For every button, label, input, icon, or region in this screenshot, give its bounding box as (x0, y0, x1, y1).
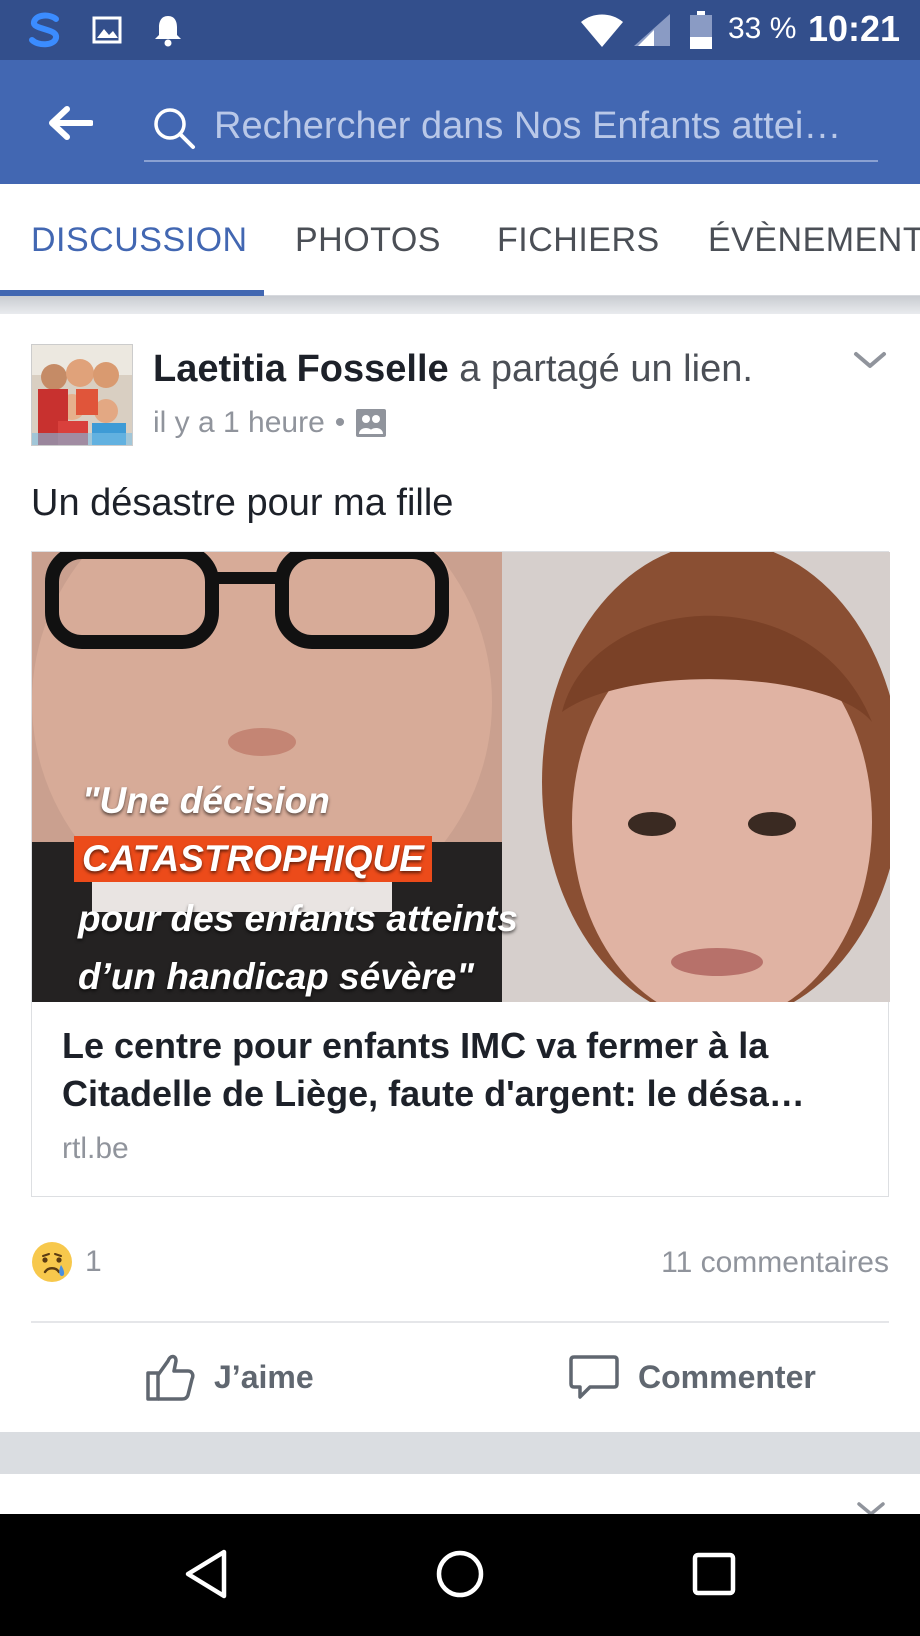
tab-fichiers[interactable]: FICHIERS (497, 184, 660, 295)
search-icon (154, 108, 195, 149)
link-title[interactable]: Le centre pour enfants IMC va fermer à l… (62, 1022, 862, 1118)
post-text: Un désastre pour ma fille (31, 482, 454, 524)
group-tabs: DISCUSSION PHOTOS FICHIERS ÉVÈNEMENTS (0, 184, 920, 296)
status-bar: 33 % 10:21 (0, 0, 920, 60)
reaction-count: 1 (85, 1245, 102, 1278)
post-author[interactable]: Laetitia Fosselle (153, 348, 449, 390)
like-label: J’aime (214, 1358, 314, 1395)
square-recents-icon (692, 1552, 736, 1596)
battery-icon (688, 10, 714, 50)
group-audience-icon (356, 409, 387, 437)
feed-separator (0, 1432, 920, 1474)
back-button[interactable] (42, 98, 98, 148)
link-preview-image: "Une décision CATASTROPHIQUE pour des en… (32, 552, 890, 1002)
post-action-text: a partagé un lien. (448, 348, 753, 390)
overlay-highlight: CATASTROPHIQUE (74, 836, 432, 882)
actions-divider (31, 1321, 889, 1323)
nav-home-button[interactable] (428, 1542, 492, 1606)
back-arrow-icon (49, 106, 93, 140)
post-timestamp[interactable]: il y a 1 heure (153, 406, 325, 440)
tabs-shadow (0, 296, 920, 314)
reactions-summary[interactable]: 1 (31, 1241, 102, 1283)
post-header: Laetitia Fosselle a partagé un lien. (153, 348, 753, 391)
sad-reaction-icon (32, 1242, 72, 1282)
post-options-chevron-icon[interactable] (852, 344, 888, 374)
like-button[interactable]: J’aime (144, 1342, 314, 1412)
meta-separator: • (334, 406, 346, 439)
signal-icon (630, 10, 674, 50)
avatar[interactable] (31, 344, 133, 446)
overlay-quote-line-3: pour des enfants atteints (78, 898, 518, 939)
bell-icon (150, 10, 186, 50)
tab-photos[interactable]: PHOTOS (295, 184, 441, 295)
search-input[interactable] (214, 100, 878, 152)
tab-discussion[interactable]: DISCUSSION (31, 184, 248, 295)
comment-bubble-icon (569, 1355, 619, 1399)
clock-time: 10:21 (808, 8, 901, 49)
s-app-icon (22, 10, 68, 50)
comments-count[interactable]: 11 commentaires (661, 1246, 889, 1280)
feed-post: Laetitia Fosselle a partagé un lien. il … (0, 314, 920, 1432)
link-preview-card[interactable]: "Une décision CATASTROPHIQUE pour des en… (31, 551, 890, 1197)
battery-percent: 33 % (728, 12, 797, 45)
thumbs-up-icon (146, 1354, 195, 1401)
triangle-back-icon (185, 1549, 227, 1599)
group-search-header (0, 60, 920, 184)
link-domain: rtl.be (62, 1132, 129, 1165)
overlay-quote-line-4: d’un handicap sévère" (78, 956, 474, 997)
circle-home-icon (436, 1550, 484, 1598)
nav-back-button[interactable] (174, 1542, 238, 1606)
wifi-icon (578, 10, 626, 50)
overlay-quote-line-1: "Une décision (82, 780, 330, 821)
image-icon (90, 10, 124, 50)
comment-label: Commenter (638, 1358, 816, 1395)
comment-button[interactable]: Commenter (568, 1342, 816, 1412)
post-meta: il y a 1 heure • (153, 406, 387, 440)
nav-recents-button[interactable] (682, 1542, 746, 1606)
next-feed-post (0, 1474, 920, 1516)
tab-evenements[interactable]: ÉVÈNEMENTS (708, 184, 920, 295)
android-nav-bar (0, 1514, 920, 1636)
search-bar[interactable] (144, 94, 878, 162)
